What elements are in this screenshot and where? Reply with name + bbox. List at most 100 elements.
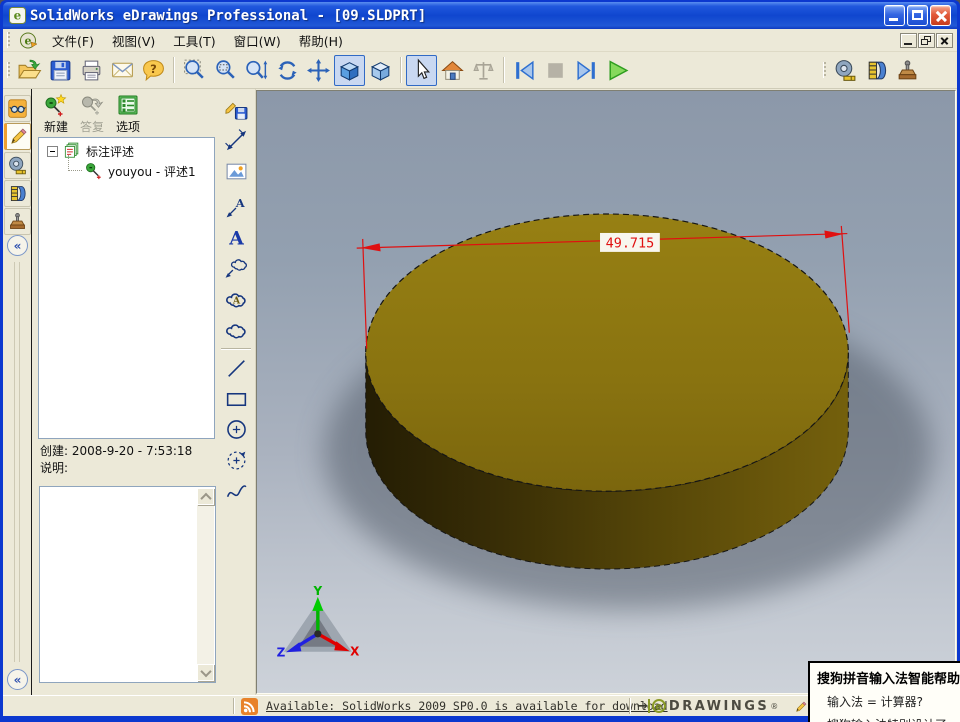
text-icon: [224, 225, 249, 250]
dimension-icon: [224, 128, 249, 153]
reply-comment-label: 答复: [79, 120, 104, 134]
spline-tool-button[interactable]: [222, 477, 251, 505]
scroll-up-button[interactable]: [197, 488, 214, 505]
rss-icon[interactable]: [241, 698, 258, 715]
circle-tool-button[interactable]: [222, 415, 251, 443]
rotate-button[interactable]: [272, 55, 303, 86]
tab-measure[interactable]: [4, 152, 31, 179]
tab-markup[interactable]: [4, 123, 31, 150]
cloud-button[interactable]: [222, 316, 251, 344]
edrawings-app-icon: [9, 7, 26, 24]
spline-icon: [224, 479, 249, 504]
arc-tool-button[interactable]: [222, 446, 251, 474]
close-button[interactable]: [930, 5, 951, 26]
panel-resize-grip[interactable]: [14, 262, 20, 662]
tab-stamp[interactable]: [4, 208, 31, 235]
tab-overview[interactable]: [4, 95, 31, 122]
tree-expander[interactable]: [47, 145, 58, 157]
tree-item-comment[interactable]: youyou - 评述1: [39, 155, 214, 181]
open-icon: [17, 58, 42, 83]
toolbar-separator: [173, 57, 175, 83]
print-button[interactable]: [76, 55, 107, 86]
tree-item-root[interactable]: 标注评述: [39, 141, 214, 161]
dimension-tool-button[interactable]: [222, 126, 251, 154]
menu-help[interactable]: 帮助(H): [290, 28, 352, 53]
menubar-grip[interactable]: [7, 32, 10, 48]
help-button[interactable]: [138, 55, 169, 86]
update-link[interactable]: Available: SolidWorks 2009 SP0.0 is avai…: [266, 699, 668, 713]
scroll-down-button[interactable]: [197, 664, 214, 681]
line-icon: [224, 356, 249, 381]
viewport-3d[interactable]: 49.715 Y X Z: [256, 90, 956, 694]
pan-button[interactable]: [303, 55, 334, 86]
tools-separator: [221, 348, 251, 350]
created-label: 创建:: [40, 444, 69, 458]
mdi-close-button[interactable]: [936, 32, 953, 48]
insert-image-button[interactable]: [222, 157, 251, 185]
menu-window[interactable]: 窗口(W): [225, 28, 290, 53]
text-leader-icon: [224, 195, 249, 220]
minimize-button[interactable]: [884, 5, 905, 26]
measure-button[interactable]: [830, 55, 861, 86]
stamp-icon: [895, 58, 920, 83]
app-window: SolidWorks eDrawings Professional - [09.…: [0, 0, 960, 722]
previous-view-button[interactable]: [509, 55, 540, 86]
window-title: SolidWorks eDrawings Professional - [09.…: [30, 7, 427, 24]
shaded-button[interactable]: [334, 54, 365, 86]
maximize-button[interactable]: [907, 5, 928, 26]
cross-section-icon: [7, 183, 28, 204]
cross-section-button[interactable]: [861, 55, 892, 86]
description-label: 说明:: [40, 461, 69, 475]
menu-view[interactable]: 视图(V): [103, 28, 164, 53]
line-tool-button[interactable]: [222, 354, 251, 382]
comment-description-input[interactable]: [39, 486, 216, 683]
reply-comment-button: 答复: [77, 93, 107, 135]
mass-properties-button: [468, 55, 499, 86]
collapse-panel-button[interactable]: «: [7, 235, 28, 256]
stamp-button[interactable]: [892, 55, 923, 86]
circle-icon: [224, 417, 249, 442]
zoom-to-fit-button[interactable]: [179, 55, 210, 86]
stop-button: [540, 55, 571, 86]
mdi-restore-button[interactable]: [918, 32, 935, 48]
cloud-with-text-button[interactable]: [222, 285, 251, 313]
select-button[interactable]: [406, 54, 437, 86]
rectangle-tool-button[interactable]: [222, 385, 251, 413]
toolbar-grip[interactable]: [823, 62, 826, 78]
home-icon: [440, 58, 465, 83]
status-separator: [629, 698, 631, 714]
description-scrollbar[interactable]: [197, 488, 214, 681]
options-button[interactable]: 选项: [113, 93, 143, 135]
new-comment-button[interactable]: 新建: [41, 93, 71, 135]
logo-bar: [647, 699, 650, 713]
menu-file[interactable]: 文件(F): [43, 28, 103, 53]
save-button[interactable]: [45, 55, 76, 86]
z-axis-label: Z: [277, 646, 286, 660]
rectangle-icon: [224, 387, 249, 412]
tab-cross-section[interactable]: [4, 180, 31, 207]
mass-properties-icon: [471, 58, 496, 83]
text-button[interactable]: [222, 223, 251, 251]
collapse-panel-button-bottom[interactable]: «: [7, 669, 28, 690]
open-button[interactable]: [14, 55, 45, 86]
menu-tools[interactable]: 工具(T): [164, 28, 224, 53]
sogou-help-popup: 搜狗拼音输入法智能帮助 输入法 = 计算器? 搜狗输入法特别设计了: [808, 661, 960, 722]
toolbar-grip[interactable]: [7, 62, 10, 78]
zoom-button[interactable]: [241, 55, 272, 86]
help-icon: [141, 58, 166, 83]
text-with-leader-button[interactable]: [222, 193, 251, 221]
play-button[interactable]: [602, 55, 633, 86]
cloud-with-leader-button[interactable]: [222, 253, 251, 281]
mdi-minimize-button[interactable]: [900, 32, 917, 48]
tape-measure-icon: [7, 155, 28, 176]
next-view-button[interactable]: [571, 55, 602, 86]
model-disc[interactable]: [365, 213, 849, 570]
send-email-button[interactable]: [107, 55, 138, 86]
reply-comment-icon: [80, 93, 104, 117]
y-axis-label: Y: [312, 584, 322, 598]
save-markup-button[interactable]: [222, 94, 251, 122]
zoom-area-button[interactable]: [210, 55, 241, 86]
rotate-icon: [275, 58, 300, 83]
home-button[interactable]: [437, 55, 468, 86]
shaded-with-edges-button[interactable]: [365, 55, 396, 86]
